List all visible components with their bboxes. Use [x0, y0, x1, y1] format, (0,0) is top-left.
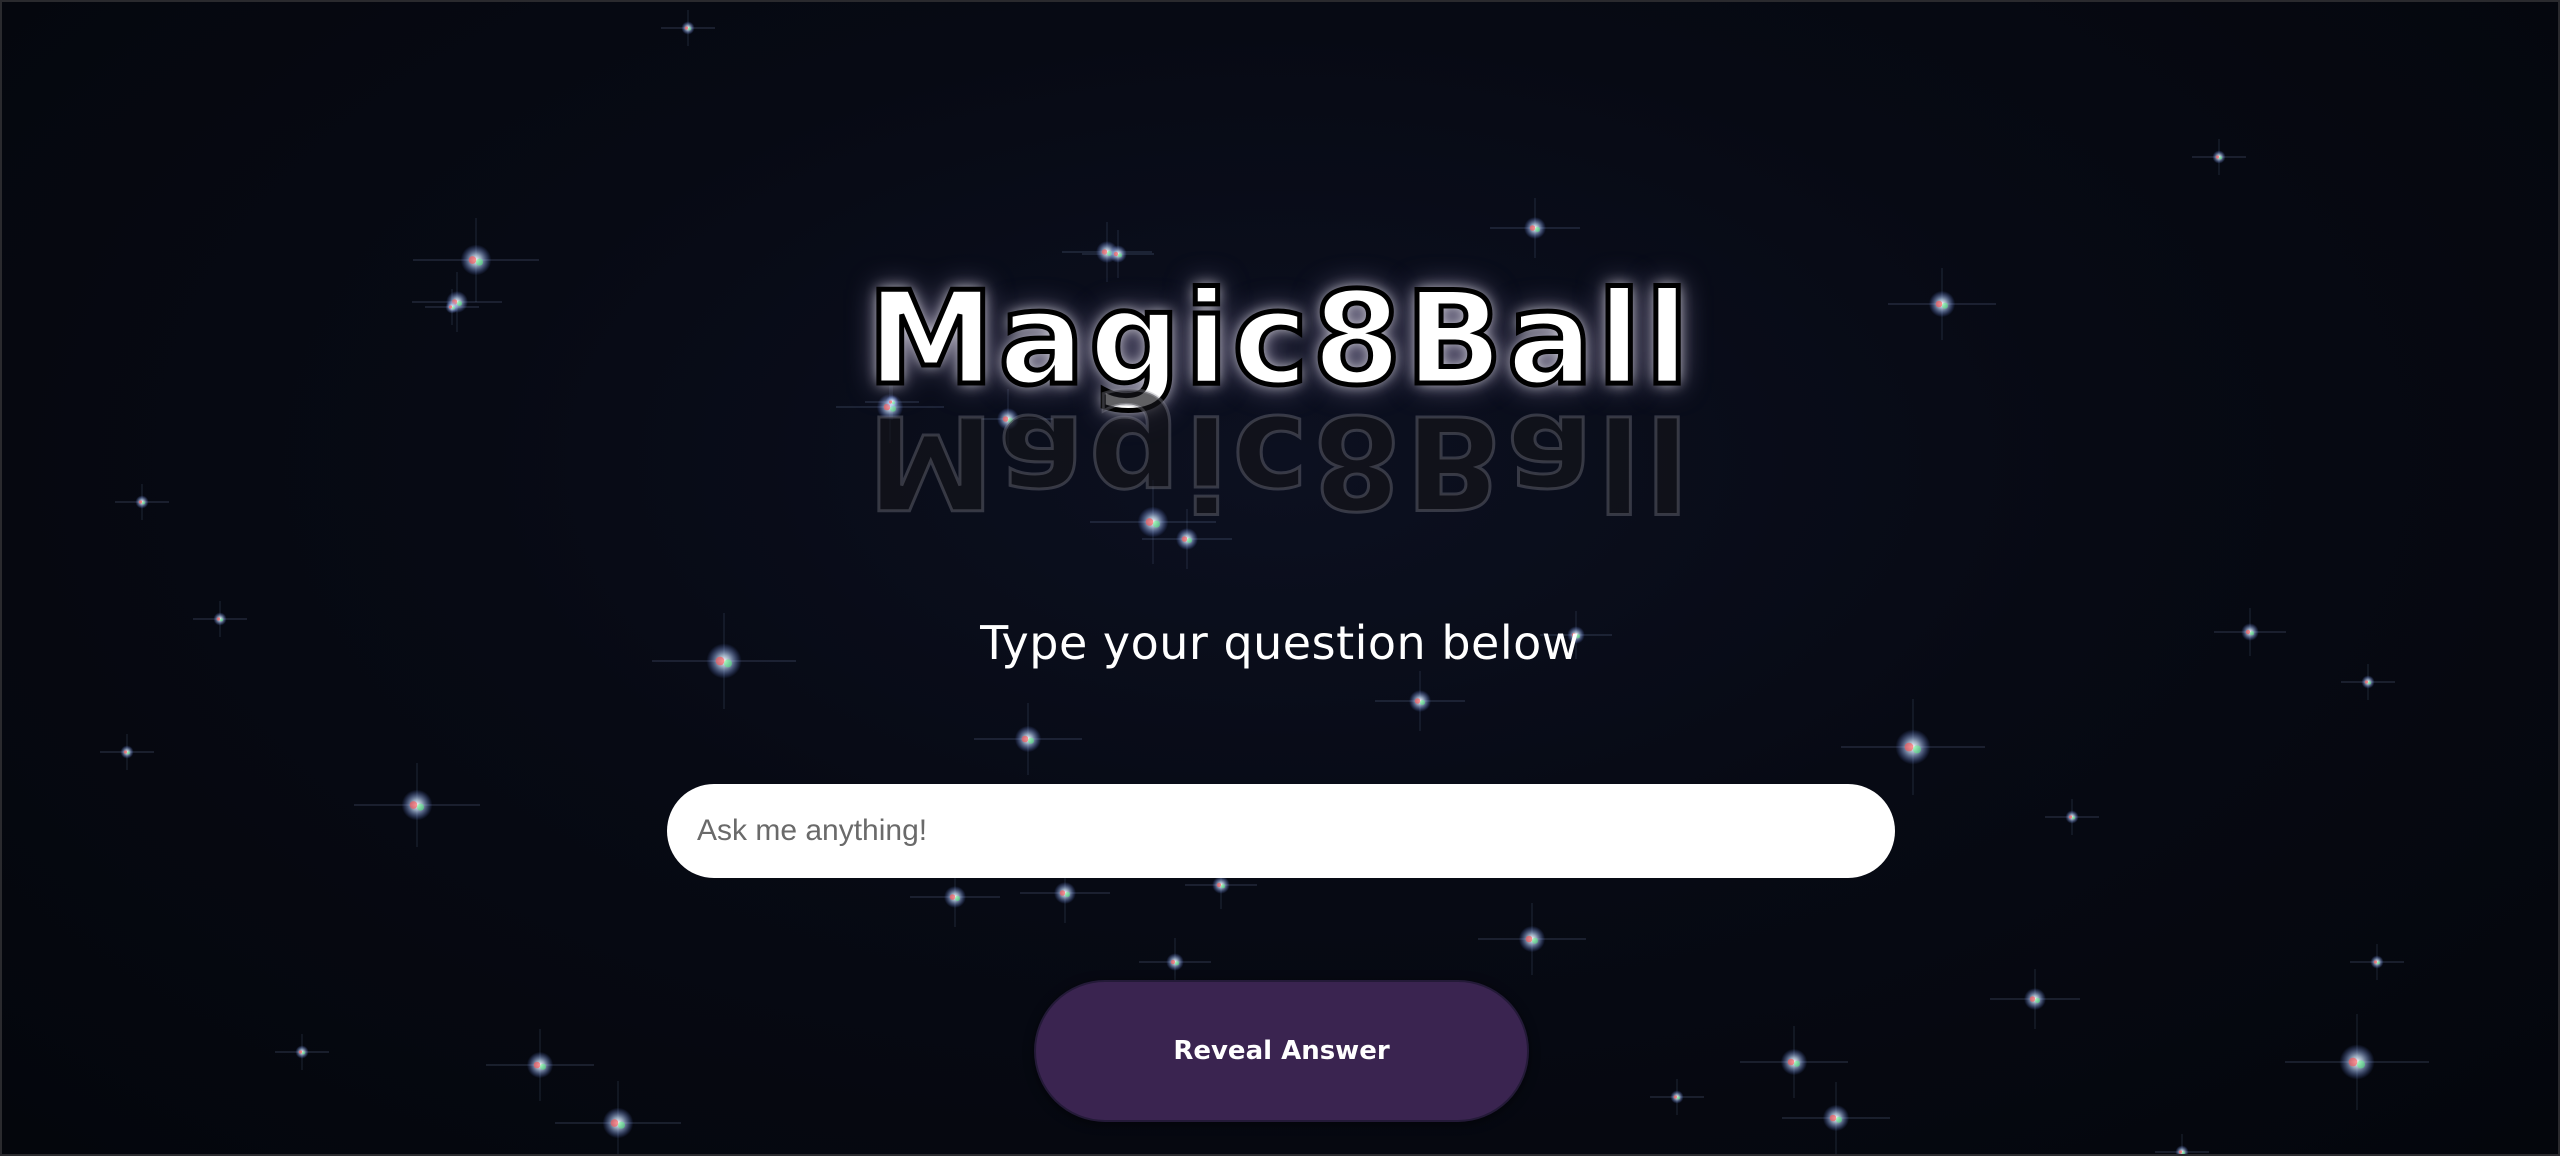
- main-content: Magic8Ball Magic8Ball Type your question…: [2, 2, 2558, 1154]
- reveal-answer-button[interactable]: Reveal Answer: [1034, 980, 1529, 1122]
- question-input[interactable]: [667, 784, 1895, 878]
- question-prompt: Type your question below: [980, 616, 1580, 670]
- page-background: Magic8Ball Magic8Ball Type your question…: [0, 0, 2560, 1156]
- app-logo-reflection: Magic8Ball: [866, 385, 1695, 537]
